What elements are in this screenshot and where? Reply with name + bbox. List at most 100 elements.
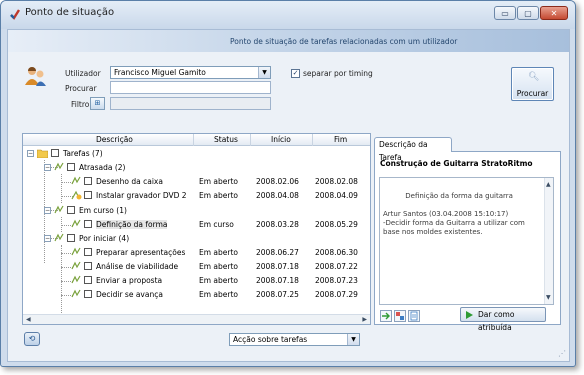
row-status: Em curso <box>199 220 234 229</box>
row-inicio: 2008.02.06 <box>256 177 299 186</box>
tree-row-group[interactable]: − Atrasada (2) <box>23 161 370 175</box>
tree-row-label: Em curso (1) <box>79 206 127 215</box>
row-checkbox[interactable] <box>67 234 75 242</box>
tab-descricao[interactable]: Descrição da Tarefa <box>374 137 452 162</box>
separar-checkbox[interactable]: ✓ <box>291 69 300 78</box>
row-fim: 2008.07.23 <box>315 276 358 285</box>
row-inicio: 2008.07.25 <box>256 290 299 299</box>
row-inicio: 2008.04.08 <box>256 191 299 200</box>
close-button[interactable]: ✕ <box>540 6 568 20</box>
tree-row-task[interactable]: Preparar apresentações Em aberto 2008.06… <box>23 246 370 260</box>
collapse-icon[interactable]: − <box>44 235 51 242</box>
document-icon[interactable] <box>408 310 420 322</box>
folder-icon <box>37 149 48 158</box>
refresh-icon[interactable]: ⟲ <box>24 332 40 346</box>
minimize-button[interactable]: ▭ <box>494 6 516 20</box>
row-checkbox[interactable] <box>84 248 92 256</box>
task-icon <box>71 275 81 284</box>
tree-row-task[interactable]: Instalar gravador DVD 2 Em aberto 2008.0… <box>23 189 370 203</box>
row-fim: 2008.06.30 <box>315 248 358 257</box>
task-icon <box>54 205 64 214</box>
column-inicio[interactable]: Início <box>271 135 291 144</box>
collapse-icon[interactable]: − <box>44 207 51 214</box>
tree-row-root[interactable]: − Tarefas (7) <box>23 147 370 161</box>
tree-row-label: Preparar apresentações <box>96 248 186 257</box>
chevron-down-icon[interactable]: ▼ <box>258 67 270 78</box>
utilizador-value: Francisco Miguel Gamito <box>114 68 206 77</box>
row-checkbox[interactable] <box>84 191 92 199</box>
tree-row-task[interactable]: Análise de viabilidade Em aberto 2008.07… <box>23 260 370 274</box>
task-icon <box>54 233 64 242</box>
magnifier-icon: 🔍︎ <box>528 72 540 82</box>
task-description-content: Definição da forma da guitarra Artur San… <box>383 192 525 236</box>
assign-button[interactable]: Dar como atribuída <box>460 307 546 332</box>
utilizador-select[interactable]: Francisco Miguel Gamito ▼ <box>110 66 271 79</box>
tree-row-task[interactable]: Desenho da caixa Em aberto 2008.02.06 20… <box>23 175 370 189</box>
scroll-right-icon[interactable]: ▶ <box>362 316 367 323</box>
horizontal-scrollbar[interactable]: ◀ ▶ <box>23 314 370 324</box>
collapse-icon[interactable]: − <box>44 164 51 171</box>
row-fim: 2008.05.29 <box>315 220 358 229</box>
filtro-label: Filtro <box>71 100 90 109</box>
row-status: Em aberto <box>199 191 239 200</box>
row-inicio: 2008.07.18 <box>256 276 299 285</box>
row-status: Em aberto <box>199 248 239 257</box>
column-divider[interactable] <box>312 134 313 146</box>
users-icon <box>25 67 46 86</box>
row-checkbox[interactable] <box>84 220 92 228</box>
tree-row-task[interactable]: Decidir se avança Em aberto 2008.07.25 2… <box>23 288 370 302</box>
row-checkbox[interactable] <box>84 177 92 185</box>
row-inicio: 2008.07.18 <box>256 262 299 271</box>
app-icon <box>10 9 21 20</box>
row-checkbox[interactable] <box>84 262 92 270</box>
chevron-down-icon[interactable]: ▼ <box>347 334 359 345</box>
transfer-icon[interactable] <box>394 310 406 322</box>
row-status: Em aberto <box>199 276 239 285</box>
tree-row-group[interactable]: − Em curso (1) <box>23 204 370 218</box>
column-status[interactable]: Status <box>214 135 238 144</box>
tree-row-label: Tarefas (7) <box>63 149 103 158</box>
row-inicio: 2008.03.28 <box>256 220 299 229</box>
column-divider[interactable] <box>193 134 194 146</box>
task-description-text[interactable]: Definição da forma da guitarra Artur San… <box>379 177 554 305</box>
action-combo[interactable]: Acção sobre tarefas ▼ <box>229 333 360 346</box>
task-tree[interactable]: Descrição Status Início Fim − Tarefas (7… <box>22 133 371 325</box>
task-warning-icon <box>71 190 82 200</box>
row-checkbox[interactable] <box>84 290 92 298</box>
column-descricao[interactable]: Descrição <box>96 135 133 144</box>
header-text: Ponto de situação de tarefas relacionada… <box>230 37 458 46</box>
task-icon <box>54 162 64 171</box>
collapse-icon[interactable]: − <box>27 150 34 157</box>
filter-icon[interactable]: ⊞ <box>90 97 105 110</box>
column-fim[interactable]: Fim <box>334 135 347 144</box>
filtro-field <box>110 97 271 110</box>
window-controls: ▭ ▢ ✕ <box>494 6 568 20</box>
action-combo-value: Acção sobre tarefas <box>233 335 308 344</box>
tree-row-group[interactable]: − Por iniciar (4) <box>23 232 370 246</box>
title-bar: Ponto de situação ▭ ▢ ✕ <box>1 1 575 29</box>
resize-grip-icon[interactable]: ⋰ <box>558 349 566 358</box>
task-icon <box>71 261 81 270</box>
scroll-left-icon[interactable]: ◀ <box>26 316 31 323</box>
row-checkbox[interactable] <box>51 149 59 157</box>
row-checkbox[interactable] <box>67 163 75 171</box>
window-title: Ponto de situação <box>25 7 115 18</box>
tree-row-label: Definição da forma <box>96 220 168 229</box>
export-icon[interactable] <box>380 310 392 322</box>
row-checkbox[interactable] <box>84 276 92 284</box>
tree-column-headers: Descrição Status Início Fim <box>23 134 370 146</box>
tree-row-task[interactable]: Enviar a proposta Em aberto 2008.07.18 2… <box>23 274 370 288</box>
column-divider[interactable] <box>250 134 251 146</box>
row-fim: 2008.04.09 <box>315 191 358 200</box>
procurar-button[interactable]: 🔍︎ Procurar <box>511 67 554 101</box>
maximize-button[interactable]: ▢ <box>517 6 539 20</box>
vertical-scrollbar[interactable]: ▲ ▼ <box>544 178 553 304</box>
separar-label: separar por timing <box>303 69 373 78</box>
scroll-up-icon[interactable]: ▲ <box>546 180 551 189</box>
procurar-input[interactable] <box>110 81 271 94</box>
tree-row-task-selected[interactable]: Definição da forma Em curso 2008.03.28 2… <box>23 218 370 232</box>
row-status: Em aberto <box>199 290 239 299</box>
scroll-down-icon[interactable]: ▼ <box>546 293 551 302</box>
row-status: Em aberto <box>199 177 239 186</box>
row-checkbox[interactable] <box>67 206 75 214</box>
